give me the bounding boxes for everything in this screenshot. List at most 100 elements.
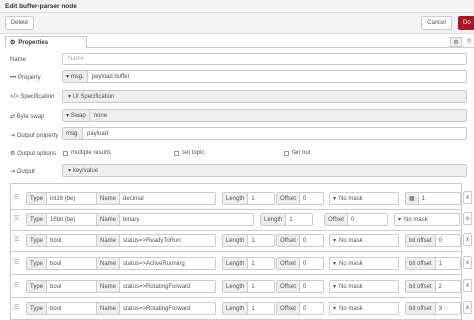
- remove-row-button[interactable]: x: [463, 279, 472, 292]
- mask-value: No mask: [339, 195, 363, 202]
- spec-mask-select[interactable]: ▾ No mask: [329, 280, 399, 293]
- name-field-value: binary: [123, 216, 140, 223]
- output-property-type-select[interactable]: msg.: [63, 128, 84, 139]
- set-topic-checkbox[interactable]: set topic: [174, 150, 204, 156]
- byte-swap-value[interactable]: none: [90, 110, 466, 121]
- window-title: Edit buffer-parser node: [5, 3, 77, 10]
- spec-name-field[interactable]: Name decimal: [96, 192, 216, 205]
- remove-row-button[interactable]: x: [463, 233, 472, 246]
- gear-icon[interactable]: ⚙: [450, 37, 462, 47]
- output-property-value[interactable]: payload: [83, 128, 466, 139]
- spec-offset-field[interactable]: Offset 0: [276, 192, 324, 205]
- remove-row-button[interactable]: x: [463, 301, 472, 314]
- length-value: 1: [251, 283, 255, 290]
- spec-offset-field[interactable]: Offset 0: [276, 280, 324, 293]
- bit-offset-value: 2: [438, 283, 442, 290]
- type-label: Type: [27, 193, 48, 204]
- output-property-label: ⇥ Output property: [10, 132, 58, 139]
- checkbox-box[interactable]: [174, 150, 179, 156]
- bit-offset-label: bit offset: [406, 303, 436, 314]
- drag-handle-icon[interactable]: ☰: [14, 236, 20, 244]
- spec-type-select[interactable]: Type 16bit (be): [26, 213, 102, 226]
- spec-mask-select[interactable]: ▾ No mask: [329, 192, 399, 205]
- length-value: 1: [251, 305, 255, 312]
- spec-mask-select[interactable]: ▾ No mask: [329, 257, 399, 270]
- drag-handle-icon[interactable]: ☰: [14, 194, 20, 202]
- document-icon[interactable]: 🗎: [464, 37, 474, 47]
- multiple-results-label: multiple results: [71, 150, 112, 156]
- spec-type-select[interactable]: Type bool: [26, 302, 102, 315]
- spec-name-field[interactable]: Name status=>RotatingForward: [96, 302, 216, 315]
- length-label: Length: [223, 258, 249, 269]
- spec-name-field[interactable]: Name binary: [96, 213, 254, 226]
- specification-select[interactable]: ▾ UI Specification: [62, 90, 467, 103]
- name-input[interactable]: Name: [62, 53, 467, 65]
- fan-out-label: fan out: [292, 150, 311, 156]
- cancel-button[interactable]: Cancel: [421, 16, 452, 30]
- spec-type-select[interactable]: Type int16 (be): [26, 192, 102, 205]
- length-value: 1: [289, 216, 293, 223]
- spec-length-field[interactable]: Length 1: [222, 280, 275, 293]
- spec-offset-field[interactable]: Offset 0: [276, 234, 324, 247]
- spec-bit-offset-field[interactable]: bit offset 2: [405, 280, 461, 293]
- name-field-label: Name: [97, 303, 121, 314]
- property-type-select[interactable]: ▾ msg.: [63, 71, 88, 82]
- bit-offset-label: bit offset: [406, 281, 436, 292]
- offset-value: 0: [302, 237, 307, 244]
- tray-toolbar: [0, 13, 474, 34]
- multiple-results-checkbox[interactable]: multiple results: [63, 150, 111, 156]
- property-value[interactable]: payload.buffer: [88, 71, 466, 82]
- drag-handle-icon[interactable]: ☰: [14, 215, 20, 223]
- delete-button[interactable]: Delete: [5, 16, 34, 30]
- spec-length-field[interactable]: Length 1: [222, 234, 275, 247]
- done-button[interactable]: Do: [458, 16, 474, 30]
- spec-length-field[interactable]: Length 1: [260, 213, 313, 226]
- remove-row-button[interactable]: x: [463, 191, 472, 204]
- spec-type-select[interactable]: Type bool: [26, 234, 102, 247]
- offset-value: 0: [302, 305, 307, 312]
- remove-row-button[interactable]: x: [463, 256, 472, 269]
- specification-list: ☰ Type int16 (be) Name decimal Length 1 Offset 0…: [10, 183, 462, 320]
- spec-format-field[interactable]: ▦ 1: [405, 192, 461, 205]
- byte-swap-input[interactable]: ▾ Swap none: [62, 109, 467, 122]
- spec-name-field[interactable]: Name status=>ActiveRunning: [96, 257, 216, 270]
- spec-mask-select[interactable]: ▾ No mask: [394, 213, 460, 226]
- property-type-label: msg.: [70, 73, 84, 80]
- drag-handle-icon[interactable]: ☰: [14, 259, 20, 267]
- spec-bit-offset-field[interactable]: bit offset 3: [405, 302, 461, 315]
- remove-row-button[interactable]: x: [463, 212, 472, 225]
- drag-handle-icon[interactable]: ☰: [14, 282, 20, 290]
- checkbox-box[interactable]: [63, 150, 68, 156]
- spec-length-field[interactable]: Length 1: [222, 302, 275, 315]
- byte-swap-label: ⇄ Byte swap: [10, 113, 44, 120]
- drag-handle-icon[interactable]: ☰: [14, 304, 20, 312]
- spec-offset-field[interactable]: Offset 0: [276, 302, 324, 315]
- spec-offset-field[interactable]: Offset 0: [324, 213, 388, 226]
- spec-mask-select[interactable]: ▾ No mask: [329, 234, 399, 247]
- spec-type-select[interactable]: Type bool: [26, 280, 102, 293]
- spec-name-field[interactable]: Name status=>RotatingForward: [96, 280, 216, 293]
- length-label: Length: [223, 281, 249, 292]
- property-input[interactable]: ▾ msg. payload.buffer: [62, 70, 467, 83]
- spec-length-field[interactable]: Length 1: [222, 257, 275, 270]
- spec-offset-field[interactable]: Offset 0: [276, 257, 324, 270]
- byte-swap-type-select[interactable]: ▾ Swap: [63, 110, 90, 121]
- spec-bit-offset-field[interactable]: bit offset 1: [405, 257, 461, 270]
- length-value: 1: [251, 237, 255, 244]
- output-select[interactable]: ▾ key/value: [62, 164, 467, 177]
- offset-value: 0: [302, 260, 307, 267]
- spec-bit-offset-field[interactable]: bit offset 0: [405, 234, 461, 247]
- fan-out-checkbox[interactable]: fan out: [284, 150, 310, 156]
- length-label: Length: [223, 193, 249, 204]
- spec-length-field[interactable]: Length 1: [222, 192, 275, 205]
- checkbox-box[interactable]: [284, 150, 289, 156]
- spec-mask-select[interactable]: ▾ No mask: [329, 302, 399, 315]
- name-field-label: Name: [97, 193, 121, 204]
- spec-type-select[interactable]: Type bool: [26, 257, 102, 270]
- output-property-input[interactable]: msg. payload: [62, 127, 467, 140]
- length-label: Length: [223, 303, 249, 314]
- tab-properties[interactable]: ⚙ Properties: [5, 36, 87, 49]
- spec-name-field[interactable]: Name status=>ReadyToRun: [96, 234, 216, 247]
- spec-row: ☰ Type bool Name status=>ReadyToRun Length 1 Of…: [11, 230, 461, 252]
- spec-row: ☰ Type bool Name status=>ActiveRunning Length…: [11, 253, 461, 275]
